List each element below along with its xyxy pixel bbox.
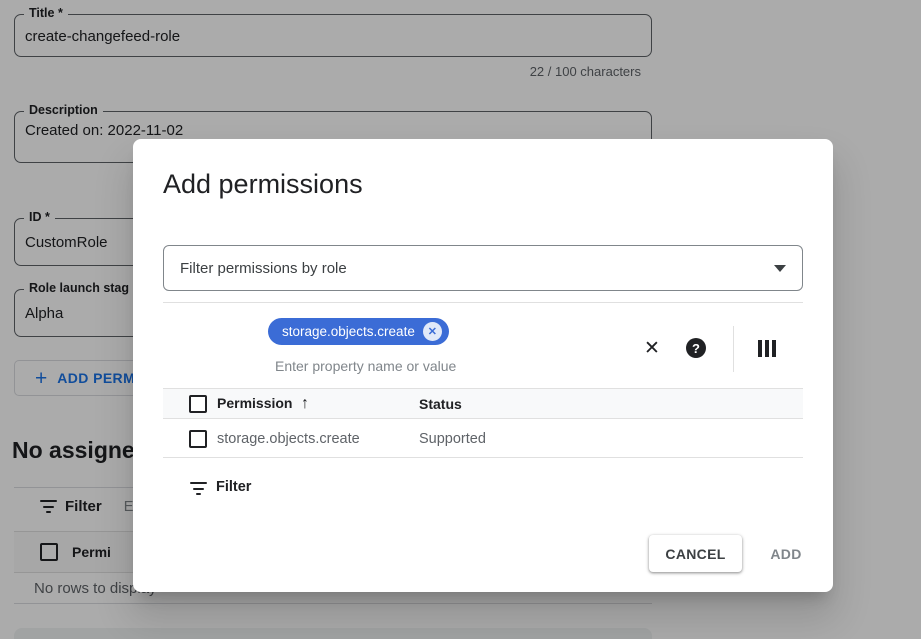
add-button[interactable]: ADD bbox=[763, 535, 809, 572]
role-select-placeholder: Filter permissions by role bbox=[180, 260, 774, 277]
filter-permissions-by-role-select[interactable]: Filter permissions by role bbox=[163, 245, 803, 291]
divider bbox=[733, 326, 734, 372]
divider bbox=[163, 302, 803, 303]
filter-chip-label: storage.objects.create bbox=[282, 324, 415, 339]
clear-filters-icon[interactable]: ✕ bbox=[639, 335, 665, 361]
sort-ascending-icon: ↑ bbox=[301, 395, 309, 412]
status-cell: Supported bbox=[419, 431, 486, 447]
dropdown-caret-icon bbox=[774, 265, 786, 272]
filter-chip-storage-objects-create[interactable]: storage.objects.create ✕ bbox=[268, 318, 449, 345]
add-permissions-dialog: Add permissions Filter permissions by ro… bbox=[133, 139, 833, 592]
select-all-checkbox[interactable] bbox=[189, 395, 207, 413]
header-checkbox-cell[interactable] bbox=[163, 395, 217, 413]
modal-filter-label: Filter bbox=[216, 479, 251, 495]
row-checkbox-cell[interactable] bbox=[163, 430, 217, 448]
table-row[interactable]: storage.objects.create Supported bbox=[163, 420, 803, 458]
cancel-button[interactable]: CANCEL bbox=[649, 535, 742, 572]
screen: Title * create-changefeed-role 22 / 100 … bbox=[0, 0, 921, 639]
modal-table-header-row: Permission ↑ Status bbox=[163, 388, 803, 419]
column-display-options-icon[interactable] bbox=[758, 340, 776, 357]
status-column-header[interactable]: Status bbox=[419, 396, 462, 412]
row-checkbox[interactable] bbox=[189, 430, 207, 448]
permission-cell: storage.objects.create bbox=[217, 431, 419, 447]
chip-remove-icon[interactable]: ✕ bbox=[423, 322, 442, 341]
help-icon[interactable]: ? bbox=[686, 338, 706, 358]
filter-icon bbox=[190, 482, 207, 495]
modal-filter-input[interactable]: Enter property name or value bbox=[275, 358, 456, 374]
dialog-title: Add permissions bbox=[163, 169, 363, 200]
permission-column-header[interactable]: Permission ↑ bbox=[217, 395, 419, 413]
